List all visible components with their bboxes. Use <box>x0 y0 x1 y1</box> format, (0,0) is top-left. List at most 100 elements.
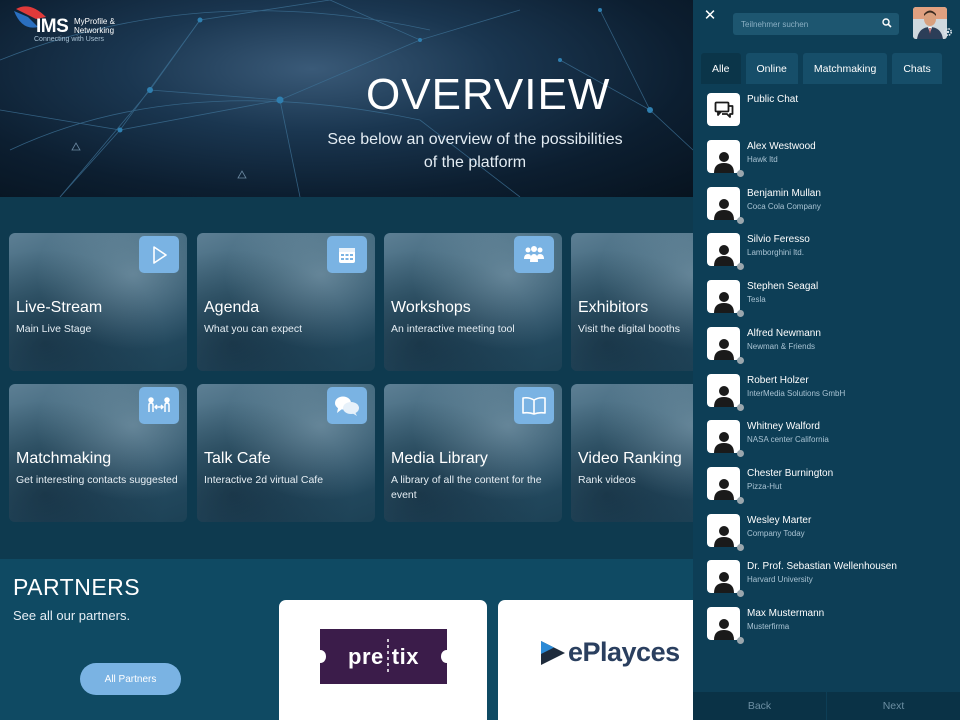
logo-subtitle-line-1: MyProfile & <box>74 17 115 26</box>
matchmaking-icon <box>139 387 179 424</box>
participant-search <box>733 13 899 35</box>
participant-name: Silvio Feresso <box>747 234 810 246</box>
gear-icon[interactable] <box>943 27 953 37</box>
participant-name: Whitney Walford <box>747 421 820 433</box>
ticket-notch-left <box>315 650 326 663</box>
participant-company: Company Today <box>747 528 805 538</box>
participant-avatar <box>707 140 740 173</box>
chat-icon <box>707 93 740 126</box>
participant-avatar <box>707 326 740 360</box>
tab-online[interactable]: Online <box>745 53 798 84</box>
perforation-icon <box>387 638 389 675</box>
status-dot <box>737 543 744 551</box>
tile-title: Live-Stream <box>16 299 103 316</box>
all-partners-button[interactable]: All Partners <box>80 663 181 695</box>
tile-workshops[interactable]: Workshops An interactive meeting tool <box>384 233 562 371</box>
participant-item[interactable]: Benjamin Mullan Coca Cola Company <box>707 186 957 227</box>
participant-item[interactable]: Alfred Newmann Newman & Friends <box>707 326 957 367</box>
ticket-notch-right <box>441 650 452 663</box>
play-icon <box>139 236 179 273</box>
partners-title: PARTNERS <box>13 574 141 600</box>
participant-item[interactable]: Wesley Marter Company Today <box>707 513 957 554</box>
status-dot <box>737 356 744 364</box>
status-dot <box>737 590 744 598</box>
participant-avatar <box>707 233 740 267</box>
tile-talk-cafe[interactable]: Talk Cafe Interactive 2d virtual Cafe <box>197 384 375 522</box>
public-chat-item[interactable]: Public Chat <box>707 93 957 133</box>
tile-agenda[interactable]: Agenda What you can expect <box>197 233 375 371</box>
participant-avatar <box>707 420 740 454</box>
search-input[interactable] <box>733 13 873 35</box>
participant-item[interactable]: Dr. Prof. Sebastian Wellenhousen Harvard … <box>707 560 957 600</box>
participant-item[interactable]: Chester Burnington Pizza-Hut <box>707 466 957 507</box>
person-icon <box>713 619 734 640</box>
calendar-icon <box>327 236 367 273</box>
person-icon <box>713 338 734 360</box>
person-icon <box>713 198 734 220</box>
participant-item[interactable]: Silvio Feresso Lamborghini ltd. <box>707 233 957 273</box>
participant-name: Alex Westwood <box>747 141 816 152</box>
tile-subtitle: A library of all the content for the eve… <box>391 474 542 501</box>
tile-title: Media Library <box>391 450 488 467</box>
public-chat-label: Public Chat <box>747 94 799 105</box>
logo-ims-text: IMS <box>36 16 69 37</box>
tile-title: Exhibitors <box>578 299 649 316</box>
person-icon <box>713 385 734 407</box>
participant-item[interactable]: Alex Westwood Hawk ltd <box>707 140 957 180</box>
tile-media-library[interactable]: Media Library A library of all the conte… <box>384 384 562 522</box>
logo-subtitle: MyProfile & Networking <box>74 17 115 35</box>
ims-logo[interactable]: IMS MyProfile & Networking Connecting wi… <box>14 5 134 45</box>
tab-alle[interactable]: Alle <box>701 53 741 84</box>
tile-title: Agenda <box>204 299 260 316</box>
person-icon <box>713 245 734 267</box>
sidebar-pagination: Back Next <box>693 692 960 720</box>
participant-avatar <box>707 560 740 594</box>
participant-company: Musterfirma <box>747 622 790 631</box>
book-icon <box>514 387 554 424</box>
status-dot <box>737 496 744 504</box>
tab-matchmaking[interactable]: Matchmaking <box>802 53 888 84</box>
participant-company: Tesla <box>747 295 766 305</box>
participant-name: Dr. Prof. Sebastian Wellenhousen <box>747 561 897 573</box>
participant-avatar <box>707 280 740 314</box>
participant-name: Alfred Newmann <box>747 327 821 339</box>
participant-avatar <box>707 513 740 547</box>
person-icon <box>713 432 734 454</box>
participant-company: Lamborghini ltd. <box>747 248 804 258</box>
partner-card-pretix[interactable]: pre tix <box>279 600 487 720</box>
feature-tiles: Live-Stream Main Live Stage Agenda What … <box>0 197 693 559</box>
person-icon <box>713 152 734 173</box>
participant-company: InterMedia Solutions GmbH <box>747 388 846 398</box>
status-dot <box>737 263 744 271</box>
tile-live-stream[interactable]: Live-Stream Main Live Stage <box>9 233 187 371</box>
participant-item[interactable]: Stephen Seagal Tesla <box>707 280 957 320</box>
participant-company: Coca Cola Company <box>747 201 821 211</box>
eplayces-logo: ePlayces <box>538 637 680 668</box>
participant-item[interactable]: Max Mustermann Musterfirma <box>707 607 957 647</box>
tile-title: Matchmaking <box>16 450 112 467</box>
tab-chats[interactable]: Chats <box>892 53 942 84</box>
status-dot <box>737 637 744 644</box>
back-button[interactable]: Back <box>693 692 826 720</box>
next-button[interactable]: Next <box>826 692 960 720</box>
user-avatar[interactable] <box>913 7 947 39</box>
participants-sidebar: ✕ Alle Online Matchmaking Chats <box>693 0 960 720</box>
page-title: OVERVIEW <box>366 70 611 119</box>
participant-item[interactable]: Robert Holzer InterMedia Solutions GmbH <box>707 373 957 414</box>
tile-exhibitors[interactable]: Exhibitors Visit the digital booths <box>571 233 693 371</box>
close-sidebar-button[interactable]: ✕ <box>703 6 717 24</box>
partner-card-eplayces[interactable]: ePlayces <box>498 600 693 720</box>
user-photo <box>913 7 947 39</box>
tile-title: Video Ranking <box>578 450 682 467</box>
search-icon[interactable] <box>882 18 892 28</box>
participant-company: Harvard University <box>747 575 813 585</box>
participant-company: NASA center California <box>747 435 829 445</box>
tile-matchmaking[interactable]: Matchmaking Get interesting contacts sug… <box>9 384 187 522</box>
tile-video-ranking[interactable]: Video Ranking Rank videos <box>571 384 693 522</box>
pretix-logo: pre tix <box>315 629 452 684</box>
participant-item[interactable]: Whitney Walford NASA center California <box>707 420 957 460</box>
person-icon <box>713 478 734 500</box>
participant-company: Pizza-Hut <box>747 481 782 491</box>
person-icon <box>713 525 734 547</box>
participant-avatar <box>707 373 740 407</box>
